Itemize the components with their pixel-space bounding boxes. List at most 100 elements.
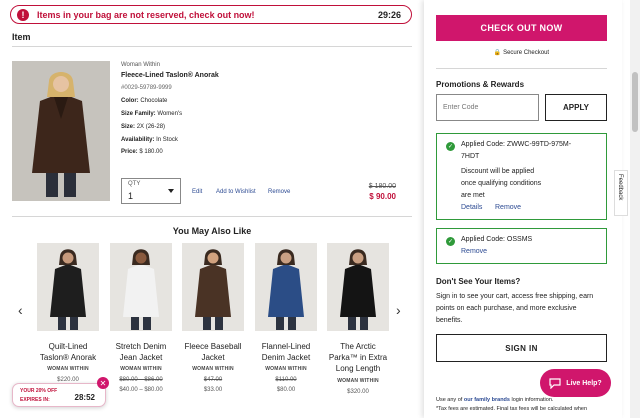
- recommendation-card[interactable]: [255, 243, 317, 331]
- size-value: 2X (26-28): [136, 124, 166, 130]
- product-sku: #0029-59789-9999: [121, 85, 172, 91]
- recommendation-photo: [255, 243, 317, 331]
- product-size-family: Size Family: Women's: [121, 111, 182, 117]
- size-label: Size:: [121, 124, 136, 130]
- item-column-heading: Item: [12, 32, 31, 42]
- alert-icon: !: [17, 8, 29, 21]
- recommendation-photo: [327, 243, 389, 331]
- recommendations-title: You May Also Like: [172, 226, 252, 236]
- recommendation-card[interactable]: [110, 243, 172, 331]
- missing-items-text: Sign in to see your cart, access free sh…: [436, 293, 594, 300]
- live-help-label: Live Help?: [566, 379, 602, 387]
- applied-code-card: ✓ Applied Code: ZWWC-99TD-975M- 7HDT Dis…: [436, 133, 607, 220]
- chat-icon: [549, 377, 561, 389]
- recommendation-name[interactable]: Parka™ in Extra: [309, 352, 407, 363]
- divider: [436, 68, 607, 69]
- missing-items-text: points on each purchase, and more exclus…: [436, 305, 577, 312]
- check-circle-icon: ✓: [446, 142, 455, 151]
- price-label: Price:: [121, 149, 138, 155]
- applied-code-note: Discount will be applied: [461, 168, 535, 175]
- recommendation-card[interactable]: [327, 243, 389, 331]
- qty-caption: QTY: [128, 181, 141, 187]
- recommendation-image[interactable]: [327, 243, 389, 331]
- page-scrollbar[interactable]: [630, 0, 640, 418]
- availability-value: In Stock: [156, 137, 178, 143]
- feedback-label: Feedback: [617, 174, 623, 201]
- recommendation-image[interactable]: [182, 243, 244, 331]
- sign-in-button[interactable]: SIGN IN: [436, 334, 607, 362]
- close-icon[interactable]: ✕: [97, 377, 109, 389]
- recommendation-photo: [110, 243, 172, 331]
- divider: [12, 46, 412, 47]
- applied-code-line: Applied Code: OSSMS: [461, 236, 533, 243]
- promotions-heading: Promotions & Rewards: [436, 80, 525, 89]
- original-price: $ 180.00: [368, 183, 396, 190]
- applied-code-note: once qualifying conditions: [461, 180, 542, 187]
- promo-offer-text: YOUR 20% OFF: [20, 388, 58, 394]
- recommendation-name[interactable]: The Arctic: [309, 341, 407, 352]
- remove-item-link[interactable]: Remove: [268, 189, 290, 195]
- recommendation-photo: [37, 243, 99, 331]
- family-brands-prefix: Use any of: [436, 397, 463, 403]
- recommendation-image[interactable]: [110, 243, 172, 331]
- color-value: Chocolate: [140, 98, 168, 104]
- product-color: Color: Chocolate: [121, 98, 167, 104]
- recommendation-image[interactable]: [255, 243, 317, 331]
- cart-reservation-alert: ! Items in your bag are not reserved, ch…: [10, 5, 412, 24]
- family-brands-link[interactable]: our family brands: [464, 397, 510, 403]
- secure-checkout-text: Secure Checkout: [503, 50, 550, 56]
- recommendation-card[interactable]: [182, 243, 244, 331]
- chevron-right-icon[interactable]: ›: [396, 302, 401, 318]
- product-availability: Availability: In Stock: [121, 137, 178, 143]
- recommendation-photo: [182, 243, 244, 331]
- product-size: Size: 2X (26-28): [121, 124, 165, 130]
- check-circle-icon: ✓: [446, 237, 455, 246]
- chevron-left-icon[interactable]: ‹: [18, 302, 23, 318]
- live-help-button[interactable]: Live Help?: [540, 369, 611, 397]
- price-value: $ 180.00: [139, 149, 163, 155]
- promo-code-input[interactable]: Enter Code: [436, 94, 539, 121]
- recommendation-image[interactable]: [37, 243, 99, 331]
- alert-text: Items in your bag are not reserved, chec…: [37, 9, 255, 20]
- promo-countdown-popup[interactable]: YOUR 20% OFF EXPIRES IN: 28:52: [12, 383, 106, 407]
- remove-code-link[interactable]: Remove: [495, 204, 521, 211]
- applied-code-line: 7HDT: [461, 153, 480, 160]
- missing-items-text: benefits.: [436, 317, 463, 324]
- tax-note: *Tax fees are estimated. Final tax fees …: [436, 406, 588, 412]
- applied-code-note: are met: [461, 192, 485, 199]
- product-name[interactable]: Fleece-Lined Taslon® Anorak: [121, 72, 219, 79]
- quantity-select[interactable]: QTY 1: [121, 178, 181, 204]
- apply-code-button[interactable]: APPLY: [545, 94, 607, 121]
- sale-price: $ 90.00: [369, 192, 396, 201]
- recommendation-card[interactable]: [37, 243, 99, 331]
- applied-code-line: Applied Code: ZWWC-99TD-975M-: [461, 141, 572, 148]
- recommendation-price: $320.00: [347, 389, 369, 395]
- family-brands-note: Use any of our family brands login infor…: [436, 397, 553, 403]
- recommendation-name[interactable]: Long Length: [309, 363, 407, 374]
- secure-checkout-note: 🔒 Secure Checkout: [436, 49, 607, 56]
- alert-timer: 29:26: [377, 9, 401, 20]
- product-image[interactable]: [12, 61, 110, 201]
- size-family-label: Size Family:: [121, 111, 156, 117]
- recommendation-brand: WOMAN WITHIN: [337, 378, 379, 384]
- checkout-button[interactable]: CHECK OUT NOW: [436, 15, 607, 41]
- details-link[interactable]: Details: [461, 204, 482, 211]
- divider: [12, 216, 412, 217]
- product-photo: [12, 61, 110, 201]
- remove-code-link[interactable]: Remove: [461, 248, 487, 255]
- promo-timer: 28:52: [74, 393, 95, 402]
- promo-expires-label: EXPIRES IN:: [20, 397, 50, 403]
- availability-label: Availability:: [121, 137, 155, 143]
- chevron-down-icon: [168, 189, 174, 193]
- product-price: Price: $ 180.00: [121, 149, 163, 155]
- lock-icon: 🔒: [493, 50, 502, 56]
- product-brand: Woman Within: [121, 62, 160, 68]
- add-to-wishlist-link[interactable]: Add to Wishlist: [216, 189, 256, 195]
- size-family-value: Women's: [157, 111, 183, 117]
- edit-link[interactable]: Edit: [192, 189, 202, 195]
- scrollbar-thumb[interactable]: [632, 72, 638, 132]
- missing-items-heading: Don't See Your Items?: [436, 277, 521, 286]
- applied-code-card: ✓ Applied Code: OSSMS Remove: [436, 228, 607, 264]
- family-brands-suffix: login information.: [511, 397, 554, 403]
- feedback-tab[interactable]: Feedback: [614, 170, 628, 216]
